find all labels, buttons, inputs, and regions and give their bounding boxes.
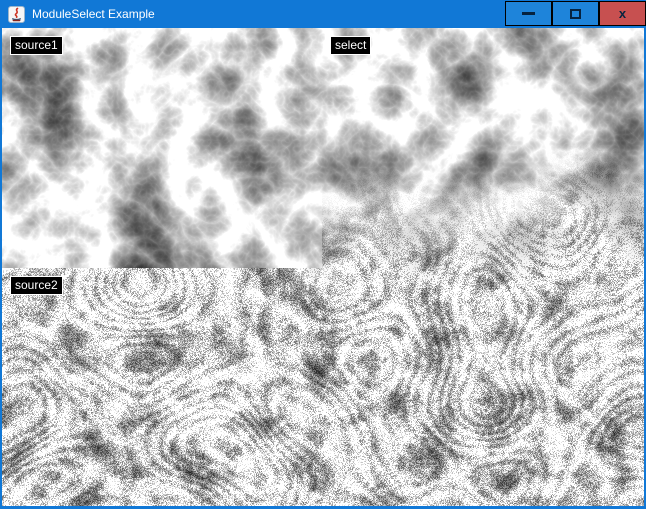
window-title: ModuleSelect Example	[32, 7, 155, 21]
render-client-area: source1 select source2	[2, 28, 644, 506]
maximize-icon	[570, 9, 581, 19]
source1-label: source1	[10, 36, 63, 55]
minimize-icon	[522, 12, 535, 15]
close-button[interactable]: x	[599, 1, 646, 26]
select-label: select	[330, 36, 371, 55]
close-icon: x	[619, 7, 626, 20]
minimize-button[interactable]	[505, 1, 552, 26]
java-app-icon	[8, 6, 25, 23]
source1-noise-rendering	[2, 28, 322, 268]
source2-label: source2	[10, 276, 63, 295]
app-window: ModuleSelect Example x source1 select so…	[0, 0, 646, 509]
titlebar[interactable]: ModuleSelect Example x	[0, 0, 646, 28]
window-controls: x	[505, 1, 646, 26]
maximize-button[interactable]	[552, 1, 599, 26]
